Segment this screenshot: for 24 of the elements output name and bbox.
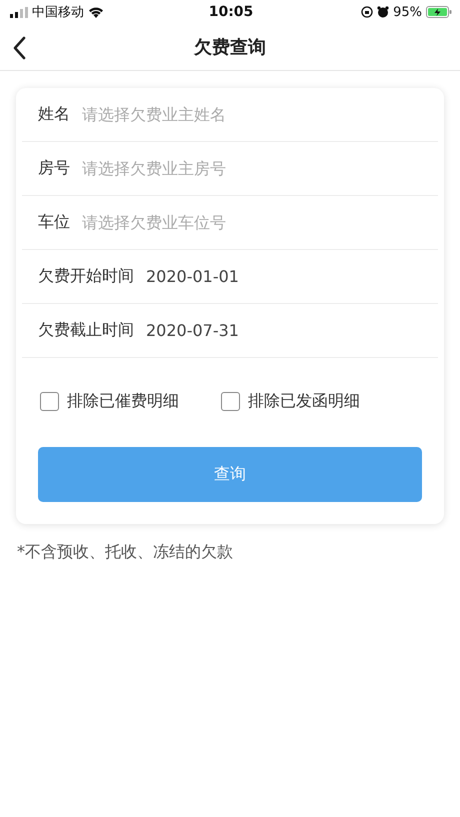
page-title: 欠费查询 xyxy=(194,36,266,59)
field-label: 欠费截止时间 xyxy=(38,320,134,341)
field-label: 房号 xyxy=(38,158,70,179)
checkbox[interactable] xyxy=(40,392,59,410)
select-field[interactable]: 请选择欠费业主姓名 xyxy=(82,105,438,124)
date-field[interactable]: 2020-07-31 xyxy=(146,321,438,340)
field-label: 欠费开始时间 xyxy=(38,266,134,287)
checkbox[interactable] xyxy=(221,392,240,410)
field-label: 姓名 xyxy=(38,104,70,125)
date-field[interactable]: 2020-01-01 xyxy=(146,267,438,286)
select-field[interactable]: 请选择欠费业车位号 xyxy=(82,213,438,232)
clock-time: 10:05 xyxy=(208,4,254,20)
alarm-icon xyxy=(377,6,390,18)
checkbox-label: 排除已催费明细 xyxy=(67,390,179,412)
field-label: 车位 xyxy=(38,212,70,233)
wifi-icon xyxy=(88,6,104,18)
carrier-name: 中国移动 xyxy=(32,4,84,21)
footnote-text: *不含预收、托收、冻结的欠款 xyxy=(17,542,234,563)
select-field[interactable]: 请选择欠费业主房号 xyxy=(82,159,438,178)
battery-percent: 95% xyxy=(393,4,422,20)
battery-icon xyxy=(426,6,452,18)
rotation-lock-icon xyxy=(361,6,374,18)
checkbox-label: 排除已发函明细 xyxy=(248,390,360,412)
signal-icon xyxy=(10,6,28,18)
